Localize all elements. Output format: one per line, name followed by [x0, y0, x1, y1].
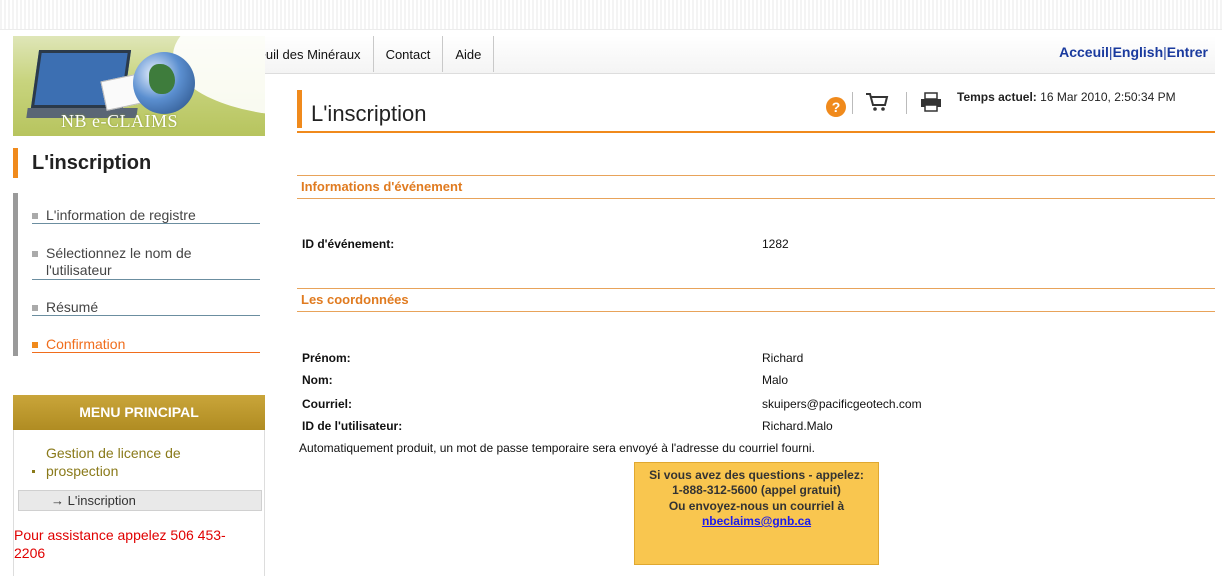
contact-info-heading: Les coordonnées: [297, 288, 1215, 312]
nav-home-link[interactable]: Acceuil: [1059, 44, 1109, 60]
callout-email-link[interactable]: nbeclaims@gnb.ca: [702, 514, 811, 528]
bullet-icon: [32, 251, 38, 257]
first-name-value: Richard: [762, 351, 804, 365]
time-value: 16 Mar 2010, 2:50:34 PM: [1040, 90, 1176, 104]
nav-link-contact[interactable]: Contact: [374, 36, 444, 72]
title-divider: [297, 131, 1215, 133]
logo-text: NB e-CLAIMS: [61, 111, 178, 131]
nav-english-link[interactable]: English: [1113, 44, 1164, 60]
step-summary[interactable]: Résumé: [32, 299, 260, 316]
toolbar-separator: [906, 92, 907, 114]
event-id-label: ID d'événement:: [302, 237, 395, 251]
bullet-icon: [32, 213, 38, 219]
nav-right-links: Acceuil|English|Entrer: [1059, 44, 1208, 60]
user-id-value: Richard.Malo: [762, 419, 833, 433]
step-registry-info[interactable]: L'information de registre: [32, 207, 260, 224]
registration-steps: L'information de registre Sélectionnez l…: [13, 193, 260, 356]
toolbar-separator: [852, 92, 853, 114]
last-name-label: Nom:: [302, 373, 333, 387]
last-name-value: Malo: [762, 373, 789, 387]
main-menu-header: MENU PRINCIPAL: [13, 395, 265, 430]
event-id-value: 1282: [762, 237, 789, 251]
user-id-label: ID de l'utilisateur:: [302, 419, 403, 433]
step-label: Confirmation: [46, 336, 126, 352]
cart-icon[interactable]: [865, 92, 889, 112]
email-label: Courriel:: [302, 397, 353, 411]
time-label: Temps actuel:: [957, 90, 1037, 104]
assistance-text: Pour assistance appelez 506 453-2206: [14, 527, 226, 561]
temporary-password-note: Automatiquement produit, un mot de passe…: [299, 441, 815, 455]
step-label: Sélectionnez le nom de l'utilisateur: [46, 245, 192, 278]
callout-phone-text: Si vous avez des questions - appelez: 1-…: [649, 468, 864, 497]
bullet-icon: [32, 470, 35, 473]
event-info-heading: Informations d'événement: [297, 175, 1215, 199]
email-value: skuipers@pacificgeotech.com: [762, 397, 922, 411]
help-callout: Si vous avez des questions - appelez: 1-…: [634, 462, 879, 565]
bullet-icon: [32, 342, 38, 348]
step-label: Résumé: [46, 299, 99, 315]
nav-enter-link[interactable]: Entrer: [1167, 44, 1208, 60]
step-select-username[interactable]: Sélectionnez le nom de l'utilisateur: [32, 245, 260, 280]
nav-link-help[interactable]: Aide: [443, 36, 495, 72]
current-time: Temps actuel: 16 Mar 2010, 2:50:34 PM: [957, 90, 1176, 104]
nb-eclaims-logo[interactable]: NB e-CLAIMS: [13, 36, 265, 136]
menu-item-label: Gestion de licence de prospection: [46, 445, 181, 479]
first-name-label: Prénom:: [302, 351, 351, 365]
bullet-icon: [32, 305, 38, 311]
globe-icon: [133, 52, 195, 114]
main-menu: Gestion de licence de prospection → L'in…: [13, 430, 265, 576]
page-title: L'inscription: [297, 90, 426, 128]
callout-email-text: Ou envoyez-nous un courriel à: [668, 499, 845, 513]
help-icon[interactable]: ?: [826, 97, 846, 117]
nav-links: Acceuil des Minéraux Contact Aide: [225, 36, 495, 74]
print-icon[interactable]: [920, 92, 942, 112]
step-confirmation[interactable]: Confirmation: [32, 336, 260, 353]
sidebar-title: L'inscription: [13, 148, 151, 178]
top-strip: [0, 0, 1222, 30]
menu-subitem-registration[interactable]: → L'inscription: [18, 490, 262, 511]
menu-item-prospecting-licence[interactable]: Gestion de licence de prospection: [32, 444, 242, 480]
step-label: L'information de registre: [46, 207, 196, 223]
